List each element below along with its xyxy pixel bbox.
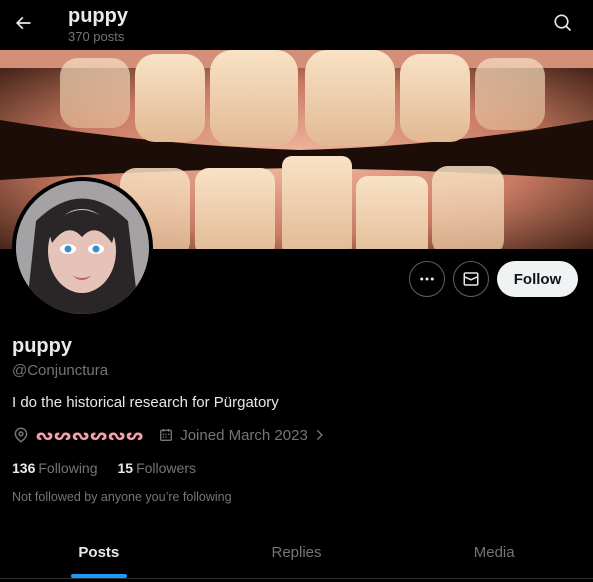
back-button[interactable] [8,8,38,38]
location-icon [14,427,28,443]
user-handle: @Conjunctura [12,362,109,379]
followers-count: 15 [117,460,134,476]
following-count: 136 [12,460,36,476]
more-options-button[interactable] [409,261,445,297]
message-icon [463,272,479,286]
search-icon [554,14,572,32]
calendar-icon [160,429,173,441]
location: ᔓᔕᔓᔕᔓᔕ [12,426,144,444]
back-arrow-icon [15,16,31,30]
chevron-right-icon [316,429,323,441]
tab-replies[interactable]: Replies [198,526,396,578]
display-name: puppy [12,335,72,357]
tab-media-label: Media [473,543,515,561]
tab-posts-label: Posts [78,543,120,561]
not-followed-note: Not followed by anyone you’re following [12,490,232,504]
more-icon [420,277,434,281]
location-text: ᔓᔕᔓᔕᔓᔕ [36,427,145,444]
avatar[interactable] [12,177,153,318]
follow-counts: 136 Following 15 Followers [12,460,216,476]
profile-meta: ᔓᔕᔓᔕᔓᔕ Joined March 2023 [12,424,340,446]
message-button[interactable] [453,261,489,297]
page-title: puppy [68,5,128,27]
follow-button[interactable]: Follow [497,261,578,297]
post-count: 370 posts [68,29,125,44]
following-link[interactable]: 136 Following [12,460,98,476]
header-title-group: puppy 370 posts [68,4,128,45]
avatar-image [16,181,149,314]
tab-posts[interactable]: Posts [0,526,198,578]
following-label: Following [38,460,98,476]
profile-tabs: Posts Replies Media [0,526,593,579]
followers-label: Followers [136,460,196,476]
tab-media[interactable]: Media [395,526,593,578]
search-button[interactable] [551,11,575,35]
followers-link[interactable]: 15 Followers [118,460,196,476]
active-tab-indicator [70,574,127,578]
bio: I do the historical research for Pürgato… [12,394,279,411]
joined-text: Joined March 2023 [180,426,308,444]
top-bar: puppy 370 posts [0,0,593,50]
tab-replies-label: Replies [271,543,322,561]
joined-date[interactable]: Joined March 2023 [158,427,326,444]
